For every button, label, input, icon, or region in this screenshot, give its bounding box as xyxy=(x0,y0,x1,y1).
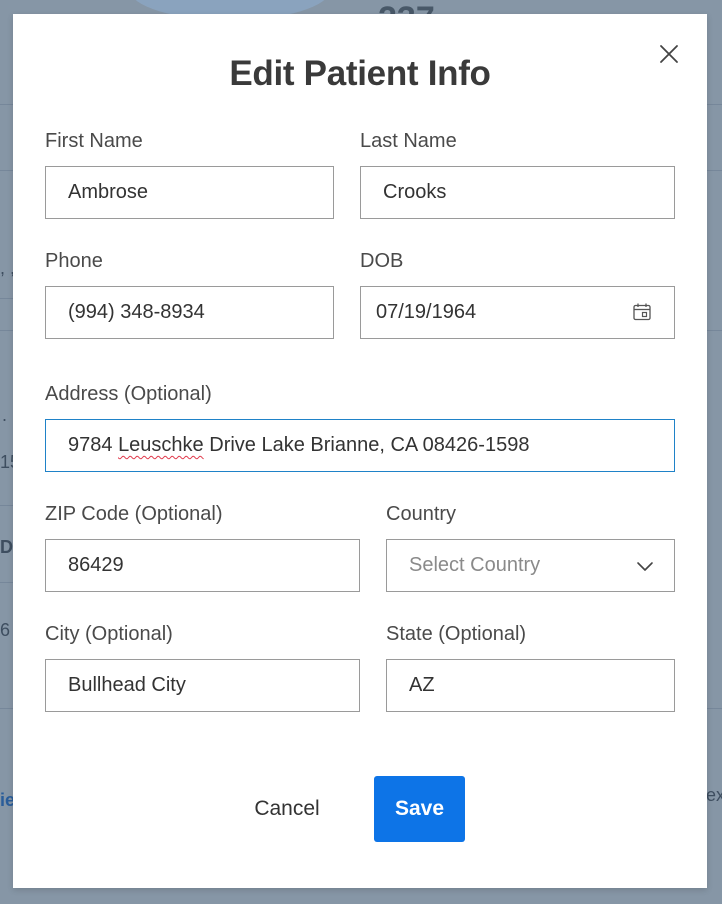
phone-label: Phone xyxy=(45,250,103,272)
country-select[interactable]: Select Country xyxy=(386,539,675,592)
edit-patient-modal: Edit Patient Info First Name Ambrose Las… xyxy=(13,14,707,888)
dob-value: 07/19/1964 xyxy=(376,301,477,323)
calendar-icon[interactable] xyxy=(632,302,652,322)
chevron-down-icon xyxy=(637,562,653,571)
city-label: City (Optional) xyxy=(45,623,173,645)
phone-value: (994) 348-8934 xyxy=(68,301,205,323)
first-name-value: Ambrose xyxy=(68,181,149,203)
phone-input[interactable]: (994) 348-8934 xyxy=(45,286,334,339)
first-name-label: First Name xyxy=(45,130,143,152)
city-input[interactable]: Bullhead City xyxy=(45,659,360,712)
last-name-label: Last Name xyxy=(360,130,457,152)
save-button[interactable]: Save xyxy=(374,776,465,842)
country-label: Country xyxy=(386,503,457,525)
last-name-value: Crooks xyxy=(383,181,447,203)
background-fragment: . xyxy=(2,405,8,425)
background-fragment: ex xyxy=(706,785,722,805)
country-placeholder: Select Country xyxy=(409,554,541,576)
zip-value: 86429 xyxy=(68,554,124,576)
address-value: 9784 Leuschke Drive Lake Brianne, CA 084… xyxy=(68,434,530,456)
modal-title: Edit Patient Info xyxy=(229,54,491,93)
city-value: Bullhead City xyxy=(68,674,186,696)
first-name-input[interactable]: Ambrose xyxy=(45,166,334,219)
zip-label: ZIP Code (Optional) xyxy=(45,503,223,525)
state-input[interactable]: AZ xyxy=(386,659,675,712)
cancel-button[interactable]: Cancel xyxy=(245,776,329,842)
background-fragment: 6 xyxy=(0,620,11,640)
address-input[interactable]: 9784 Leuschke Drive Lake Brianne, CA 084… xyxy=(45,419,675,472)
address-label: Address (Optional) xyxy=(45,383,212,405)
dob-input[interactable]: 07/19/1964 xyxy=(360,286,675,339)
zip-input[interactable]: 86429 xyxy=(45,539,360,592)
state-label: State (Optional) xyxy=(386,623,527,645)
misspelled-word: Leuschke xyxy=(118,434,204,456)
dob-label: DOB xyxy=(360,250,404,272)
state-value: AZ xyxy=(409,674,435,696)
last-name-input[interactable]: Crooks xyxy=(360,166,675,219)
